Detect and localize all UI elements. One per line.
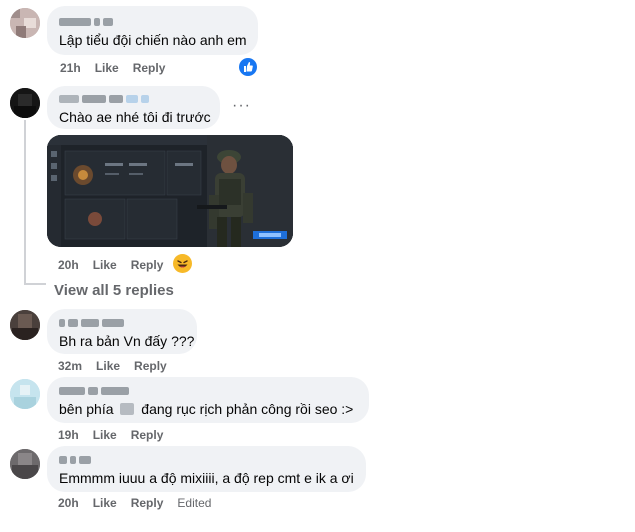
like-button[interactable]: Like <box>93 428 117 442</box>
commenter-name-redacted[interactable] <box>59 318 124 328</box>
comment-bubble: bên phía đang rục rịch phản công rồi seo… <box>47 377 369 423</box>
commenter-name-redacted[interactable] <box>59 94 149 104</box>
timestamp[interactable]: 19h <box>58 428 79 442</box>
avatar[interactable] <box>10 8 40 38</box>
reply-button[interactable]: Reply <box>131 496 164 510</box>
comment-bubble: Bh ra bản Vn đấy ??? <box>47 309 197 354</box>
view-all-replies-link[interactable]: View all 5 replies <box>54 282 174 299</box>
thread-connector-curve <box>24 283 46 285</box>
comment-text: bên phía đang rục rịch phản công rồi seo… <box>59 400 353 418</box>
comment-text: Chào ae nhé tôi đi trước <box>59 109 211 125</box>
like-button[interactable]: Like <box>93 496 117 510</box>
comment-text-part: bên phía <box>59 401 114 417</box>
commenter-name-redacted[interactable] <box>59 17 113 27</box>
reply-button[interactable]: Reply <box>133 61 166 75</box>
timestamp[interactable]: 20h <box>58 496 79 510</box>
comment-text: Bh ra bản Vn đấy ??? <box>59 333 195 349</box>
timestamp[interactable]: 32m <box>58 359 82 373</box>
commenter-name-redacted[interactable] <box>59 386 129 396</box>
like-button[interactable]: Like <box>96 359 120 373</box>
like-button[interactable]: Like <box>93 258 117 272</box>
like-button[interactable]: Like <box>95 61 119 75</box>
comment-bubble: Emmmm iuuu a độ mixiiii, a độ rep cmt e … <box>47 446 366 492</box>
comment-bubble: Lập tiểu đội chiến nào anh em <box>47 6 258 55</box>
avatar[interactable] <box>10 379 40 409</box>
avatar-image <box>10 88 40 118</box>
timestamp[interactable]: 21h <box>60 61 81 75</box>
more-options-icon[interactable]: ··· <box>232 97 251 115</box>
game-screenshot-image <box>47 135 293 247</box>
reply-button[interactable]: Reply <box>131 258 164 272</box>
reply-button[interactable]: Reply <box>131 428 164 442</box>
avatar-image <box>10 310 40 340</box>
thread-connector-line <box>24 120 26 285</box>
edited-label: Edited <box>177 496 212 510</box>
comment-actions: 20h Like Reply Edited <box>58 496 225 510</box>
comment-text: Lập tiểu đội chiến nào anh em <box>59 32 247 48</box>
comment-text-part: đang rục rịch phản công rồi seo :> <box>141 401 354 417</box>
comment-actions: 20h Like Reply <box>58 258 177 272</box>
avatar-image <box>10 449 40 479</box>
attached-game-screenshot[interactable] <box>47 135 293 247</box>
timestamp[interactable]: 20h <box>58 258 79 272</box>
like-reaction-icon[interactable] <box>239 58 257 76</box>
comment-bubble: Chào ae nhé tôi đi trước <box>47 86 220 129</box>
haha-reaction-icon[interactable] <box>173 254 192 273</box>
comment-actions: 32m Like Reply <box>58 359 181 373</box>
avatar[interactable] <box>10 449 40 479</box>
avatar-image <box>10 8 40 38</box>
avatar[interactable] <box>10 310 40 340</box>
avatar[interactable] <box>10 88 40 118</box>
commenter-name-redacted[interactable] <box>59 455 91 465</box>
comment-actions: 21h Like Reply <box>60 61 179 75</box>
comment-actions: 19h Like Reply <box>58 428 177 442</box>
comment-text: Emmmm iuuu a độ mixiiii, a độ rep cmt e … <box>59 470 354 486</box>
reply-button[interactable]: Reply <box>134 359 167 373</box>
redacted-mention[interactable] <box>120 403 135 415</box>
avatar-image <box>10 379 40 409</box>
